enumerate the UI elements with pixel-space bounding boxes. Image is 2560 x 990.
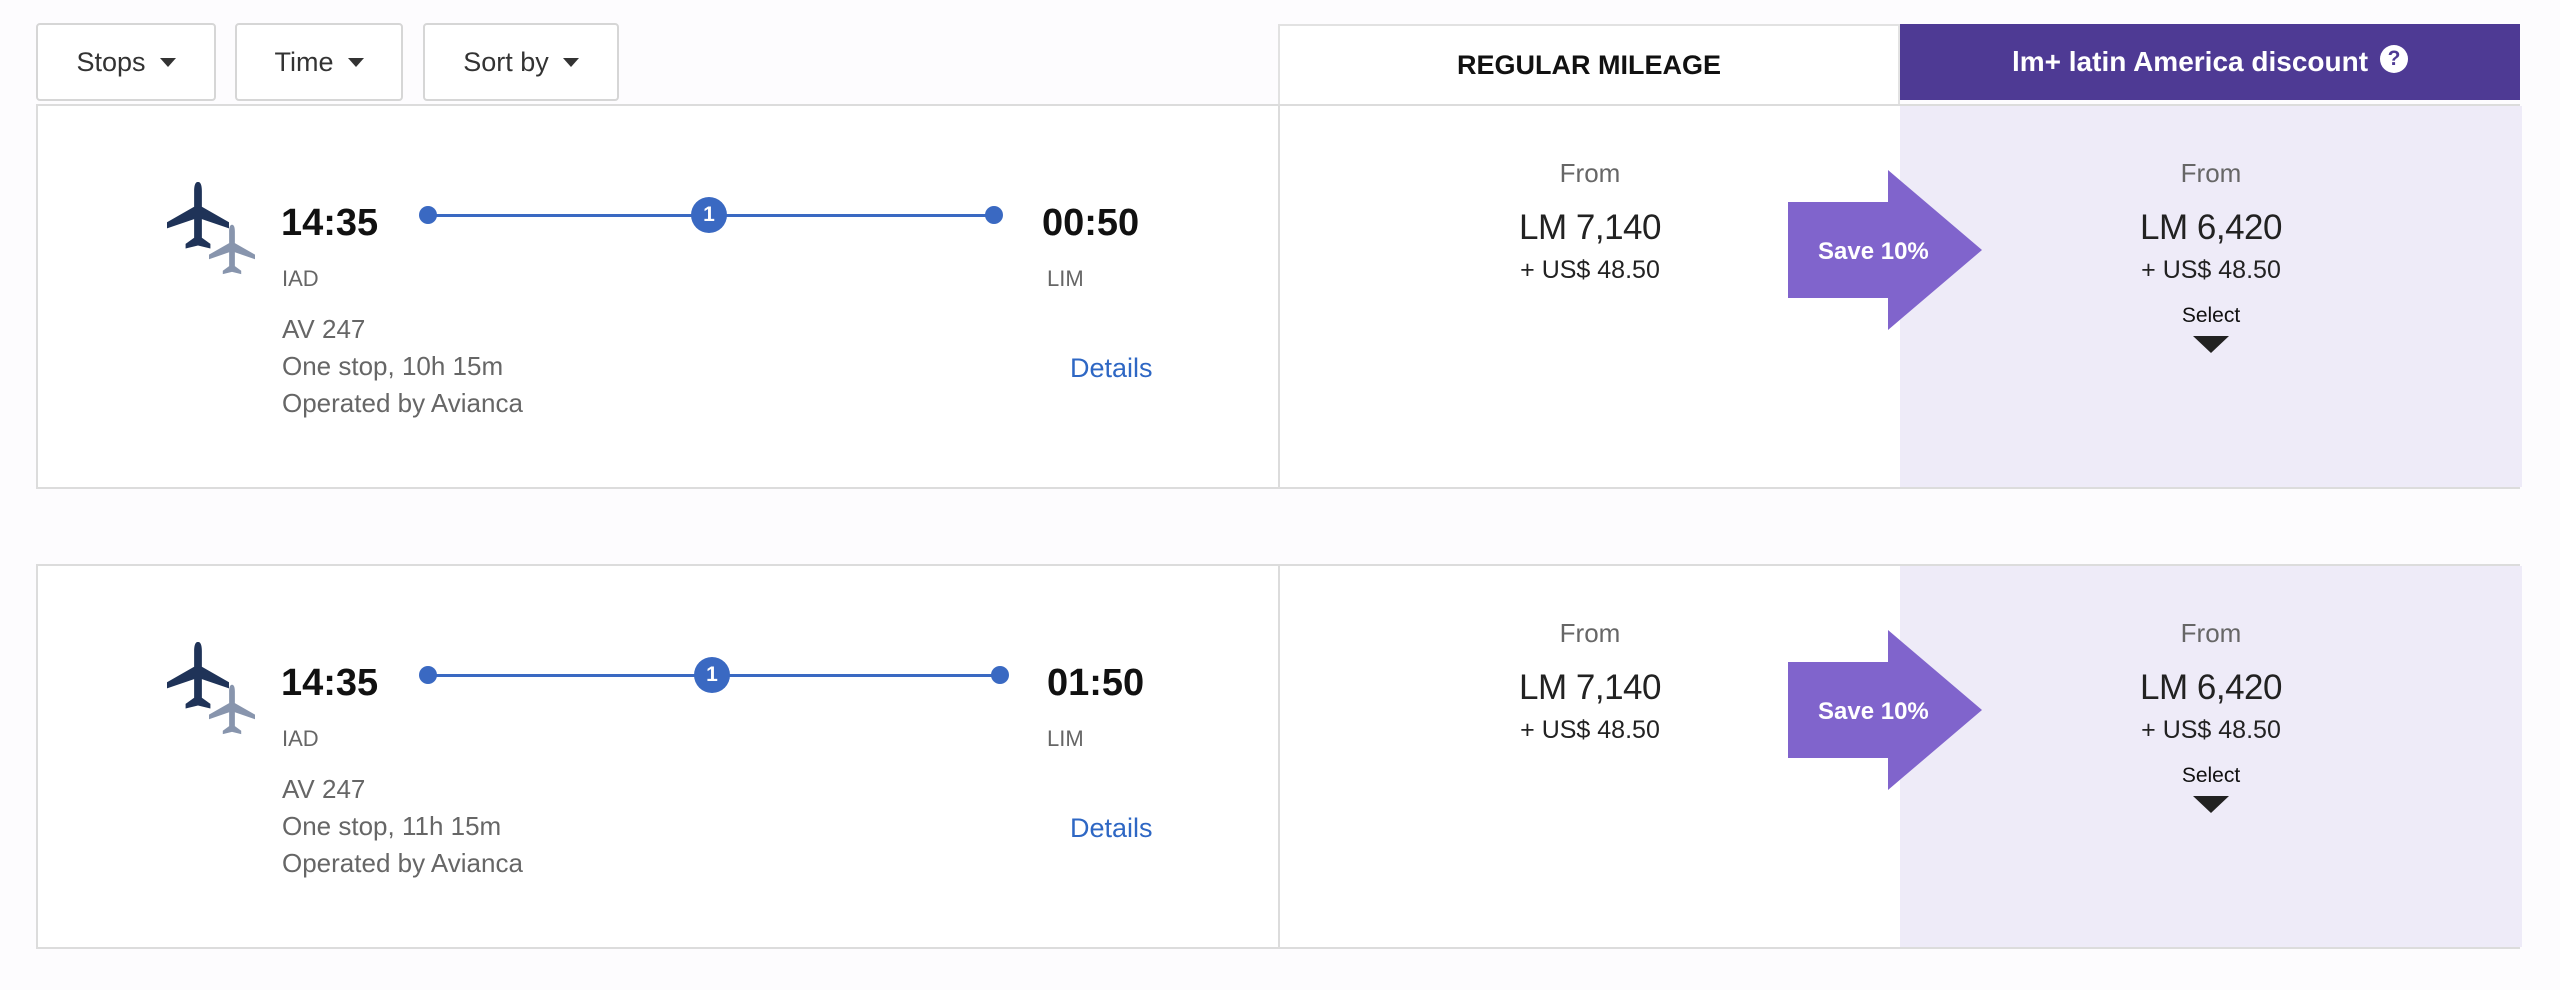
route-origin-dot	[419, 206, 437, 224]
arrival-airport: LIM	[1047, 726, 1084, 751]
flight-row: 14:35 IAD 1 01:50 LIM AV 247 One stop, 1…	[36, 564, 2522, 949]
details-link[interactable]: Details	[1070, 813, 1153, 844]
time-filter-button[interactable]: Time	[235, 23, 403, 101]
select-caret-icon[interactable]	[2193, 796, 2229, 813]
select-caret-icon[interactable]	[2193, 336, 2229, 353]
regular-mileage-header: REGULAR MILEAGE	[1278, 24, 1900, 104]
airplane-icon	[167, 642, 255, 735]
arrival-time: 01:50	[1047, 662, 1145, 704]
discount-price-cell[interactable]: From LM 6,420 + US$ 48.50 Select	[1900, 106, 2522, 487]
stops-filter-button[interactable]: Stops	[36, 23, 216, 101]
flight-duration: One stop, 11h 15m	[282, 811, 502, 841]
departure-airport: IAD	[282, 726, 319, 751]
departure-airport: IAD	[282, 266, 319, 291]
flight-operator: Operated by Avianca	[282, 848, 523, 878]
flight-summary: AV 247 One stop, 10h 15m Operated by Avi…	[282, 311, 523, 422]
route-destination-dot	[991, 666, 1009, 684]
flight-operator: Operated by Avianca	[282, 388, 523, 418]
discount-title: lm+ latin America discount	[2011, 46, 2369, 77]
discount-header: lm+ latin America discount ?	[1900, 24, 2520, 100]
help-icon[interactable]: ?	[2380, 45, 2409, 73]
flight-duration: One stop, 10h 15m	[282, 351, 504, 381]
sort-by-label: Sort by	[463, 46, 549, 77]
save-badge-label: Save 10%	[1818, 698, 1929, 725]
caret-down-icon	[562, 57, 579, 67]
stops-count-badge: 1	[691, 197, 727, 233]
caret-down-icon	[159, 57, 176, 67]
flight-info-panel: 14:35 IAD 1 01:50 LIM AV 247 One stop, 1…	[38, 566, 1280, 947]
flight-info-panel: 14:35 IAD 1 00:50 LIM AV 247 One stop, 1…	[38, 106, 1280, 487]
departure-time: 14:35	[281, 202, 379, 244]
save-badge-label: Save 10%	[1818, 238, 1929, 265]
discount-tax: + US$ 48.50	[2141, 716, 2281, 744]
select-button[interactable]: Select	[1900, 764, 2522, 788]
time-filter-label: Time	[274, 46, 334, 77]
route-origin-dot	[419, 666, 437, 684]
airplane-icon	[167, 182, 255, 275]
discount-from-label: From	[2180, 158, 2242, 188]
flight-summary: AV 247 One stop, 11h 15m Operated by Avi…	[282, 771, 523, 882]
stops-filter-label: Stops	[76, 46, 146, 77]
discount-from-label: From	[2180, 618, 2242, 648]
flight-number: AV 247	[282, 314, 366, 344]
flight-row: 14:35 IAD 1 00:50 LIM AV 247 One stop, 1…	[36, 104, 2522, 489]
stops-count-badge: 1	[694, 657, 730, 693]
arrival-time: 00:50	[1042, 202, 1140, 244]
details-link[interactable]: Details	[1070, 353, 1153, 384]
flight-number: AV 247	[282, 774, 366, 804]
route-destination-dot	[985, 206, 1003, 224]
select-button[interactable]: Select	[1900, 304, 2522, 328]
departure-time: 14:35	[281, 662, 379, 704]
regular-mileage-title: REGULAR MILEAGE	[1456, 49, 1721, 80]
discount-price-cell[interactable]: From LM 6,420 + US$ 48.50 Select	[1900, 566, 2522, 947]
discount-miles: LM 6,420	[2140, 208, 2282, 247]
caret-down-icon	[347, 57, 364, 67]
arrival-airport: LIM	[1047, 266, 1084, 291]
discount-miles: LM 6,420	[2140, 668, 2282, 707]
sort-by-button[interactable]: Sort by	[423, 23, 619, 101]
discount-tax: + US$ 48.50	[2141, 256, 2281, 284]
